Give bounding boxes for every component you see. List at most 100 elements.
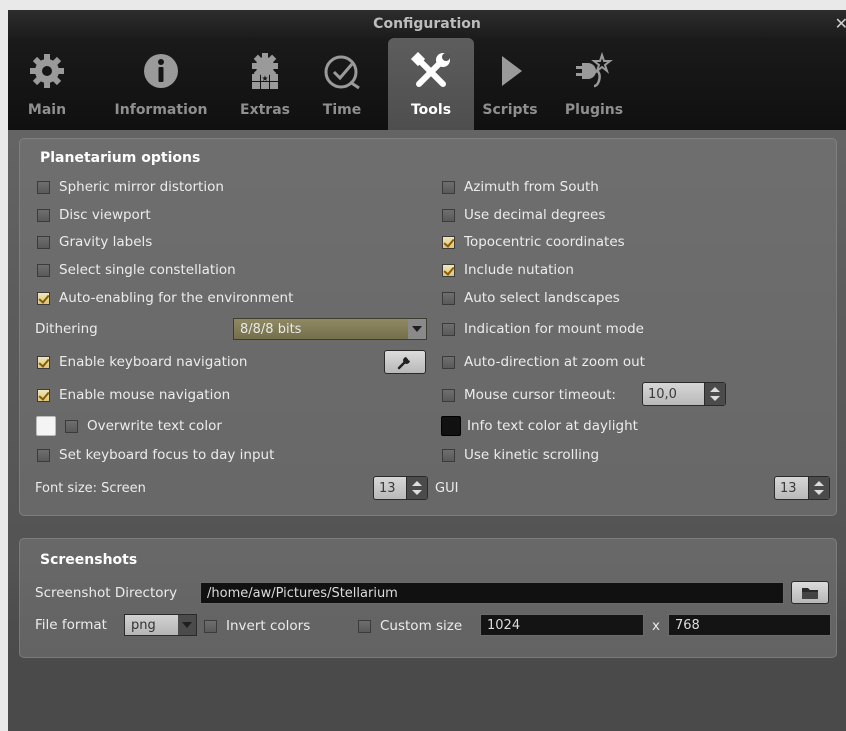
disc-viewport-option[interactable]: Disc viewport: [37, 205, 151, 225]
font-size-gui-label: GUI: [435, 478, 458, 498]
topocentric-option[interactable]: Topocentric coordinates: [442, 232, 625, 252]
title-bar[interactable]: Configuration ✕: [8, 10, 846, 38]
checkbox-label: Auto-enabling for the environment: [59, 290, 294, 306]
invert-colors-option[interactable]: Invert colors: [204, 616, 310, 636]
checkbox-label: Enable mouse navigation: [59, 387, 231, 403]
auto-landscapes-option[interactable]: Auto select landscapes: [442, 288, 620, 308]
checkbox[interactable]: [442, 388, 455, 402]
azimuth-south-option[interactable]: Azimuth from South: [442, 177, 599, 197]
tab-main[interactable]: Main: [14, 38, 80, 130]
tab-scripts[interactable]: Scripts: [478, 38, 542, 130]
checkbox[interactable]: [37, 235, 50, 249]
checkbox[interactable]: [442, 355, 455, 369]
custom-size-option[interactable]: Custom size: [358, 616, 462, 636]
keyboard-nav-option[interactable]: Enable keyboard navigation: [37, 352, 247, 372]
font-size-gui-spinbox[interactable]: 13: [774, 476, 830, 500]
checkbox-label: Use kinetic scrolling: [464, 447, 600, 463]
font-size-screen-text: Font size: Screen: [35, 480, 146, 496]
checkbox[interactable]: [37, 355, 50, 369]
checkbox[interactable]: [37, 291, 50, 305]
font-size-gui-text: GUI: [435, 480, 459, 496]
tab-time[interactable]: Time: [312, 38, 372, 130]
checkbox[interactable]: [37, 388, 50, 402]
checkbox-label: Overwrite text color: [87, 418, 222, 434]
tab-information[interactable]: Information: [106, 38, 216, 130]
screenshot-dir-input[interactable]: /home/aw/Pictures/Stellarium: [200, 582, 784, 604]
checkbox-label: Azimuth from South: [464, 179, 599, 195]
overwrite-color-option[interactable]: Overwrite text color: [65, 416, 222, 436]
keyboard-settings-button[interactable]: [384, 350, 426, 374]
plugin-icon: [558, 52, 630, 90]
checkbox[interactable]: [442, 180, 455, 194]
auto-environment-option[interactable]: Auto-enabling for the environment: [37, 288, 293, 308]
gear-icon: [14, 52, 80, 90]
auto-direction-option[interactable]: Auto-direction at zoom out: [442, 352, 645, 372]
checkbox[interactable]: [442, 291, 455, 305]
mouse-timeout-option[interactable]: Mouse cursor timeout:: [442, 385, 616, 405]
dithering-select[interactable]: 8/8/8 bits: [233, 318, 427, 340]
mouse-nav-option[interactable]: Enable mouse navigation: [37, 385, 230, 405]
checkbox-label: Mouse cursor timeout:: [464, 387, 616, 403]
mouse-timeout-value: 10,0: [648, 386, 677, 402]
mount-mode-option[interactable]: Indication for mount mode: [442, 319, 644, 339]
clock-icon: [312, 52, 372, 90]
custom-height-input[interactable]: 768: [668, 614, 831, 636]
checkbox[interactable]: [442, 208, 455, 222]
browse-folder-button[interactable]: [791, 581, 829, 604]
nutation-option[interactable]: Include nutation: [442, 260, 574, 280]
screenshot-dir-value: /home/aw/Pictures/Stellarium: [207, 585, 398, 601]
folder-icon: [802, 587, 818, 599]
file-format-text: File format: [35, 617, 107, 633]
checkbox[interactable]: [442, 448, 455, 462]
checkbox-label: Select single constellation: [59, 262, 236, 278]
checkbox[interactable]: [442, 235, 455, 249]
text-color-swatch[interactable]: [36, 416, 56, 436]
checkbox[interactable]: [65, 419, 78, 433]
chevron-down-icon[interactable]: [178, 615, 196, 635]
tab-label: Scripts: [482, 102, 538, 118]
single-constellation-option[interactable]: Select single constellation: [37, 260, 236, 280]
file-format-value: png: [131, 617, 156, 633]
tab-label: Extras: [240, 102, 290, 118]
screenshot-dir-text: Screenshot Directory: [35, 585, 178, 601]
checkbox[interactable]: [358, 619, 371, 633]
checkbox-label: Invert colors: [226, 618, 311, 634]
screenshot-dir-label: Screenshot Directory: [35, 583, 177, 603]
spin-arrows-icon[interactable]: [406, 477, 427, 499]
spin-arrows-icon[interactable]: [704, 383, 725, 405]
custom-height-value: 768: [675, 617, 700, 633]
dithering-label-text: Dithering: [35, 321, 98, 337]
font-size-screen-spinbox[interactable]: 13: [373, 476, 428, 500]
checkbox[interactable]: [442, 322, 455, 336]
spin-arrows-icon[interactable]: [808, 477, 829, 499]
size-separator-text: x: [652, 618, 660, 634]
decimal-degrees-option[interactable]: Use decimal degrees: [442, 205, 605, 225]
checkbox[interactable]: [37, 263, 50, 277]
checkbox[interactable]: [37, 208, 50, 222]
checkbox[interactable]: [37, 180, 50, 194]
checkbox[interactable]: [442, 263, 455, 277]
custom-width-input[interactable]: 1024: [480, 614, 644, 636]
checkbox[interactable]: [204, 619, 217, 633]
tab-label: Main: [27, 102, 67, 118]
daylight-color-swatch[interactable]: [441, 416, 461, 436]
keyboard-focus-option[interactable]: Set keyboard focus to day input: [37, 445, 274, 465]
kinetic-scrolling-option[interactable]: Use kinetic scrolling: [442, 445, 599, 465]
checkbox-label: Gravity labels: [59, 234, 153, 250]
close-icon[interactable]: ✕: [835, 14, 846, 33]
tab-plugins[interactable]: Plugins: [558, 38, 630, 130]
tab-extras[interactable]: ★ Extras: [232, 38, 298, 130]
extras-icon: ★: [232, 52, 298, 90]
spheric-mirror-option[interactable]: Spheric mirror distortion: [37, 177, 224, 197]
checkbox[interactable]: [37, 448, 50, 462]
tab-label: Plugins: [564, 102, 624, 118]
mouse-timeout-spinbox[interactable]: 10,0: [642, 382, 726, 406]
daylight-color-text: Info text color at daylight: [467, 418, 638, 434]
tab-tools[interactable]: Tools: [388, 38, 474, 130]
file-format-select[interactable]: png: [124, 614, 197, 636]
checkbox-label: Disc viewport: [59, 207, 151, 223]
chevron-down-icon[interactable]: [408, 319, 426, 339]
checkbox-label: Auto select landscapes: [464, 290, 620, 306]
tab-bar: Main Information ★ Extras Time Tools Scr…: [8, 38, 846, 130]
gravity-labels-option[interactable]: Gravity labels: [37, 232, 152, 252]
